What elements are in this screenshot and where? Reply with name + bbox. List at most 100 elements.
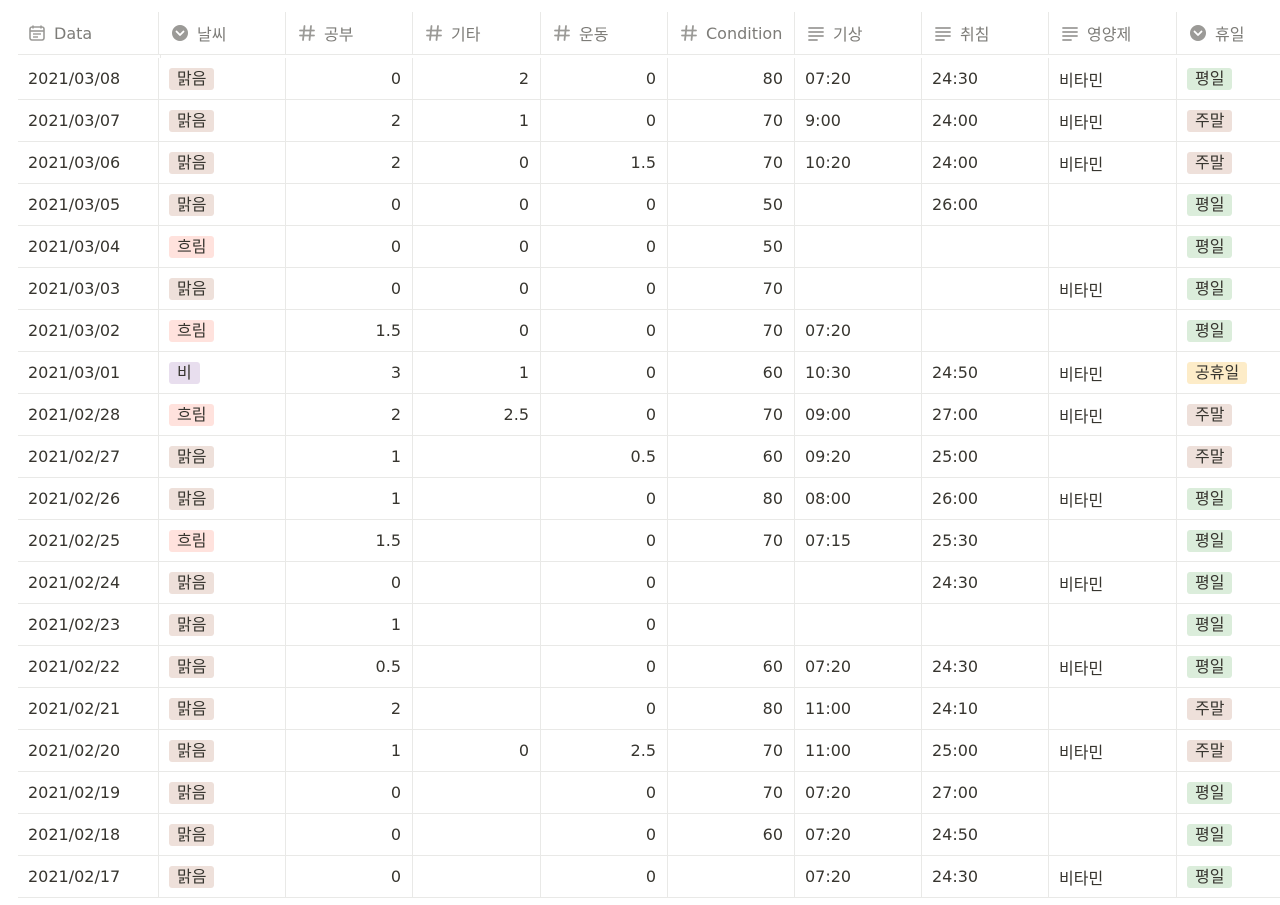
supplement-cell[interactable]: 비타민: [1048, 562, 1176, 603]
supplement-cell[interactable]: 비타민: [1048, 394, 1176, 435]
etc-cell[interactable]: 1: [412, 100, 540, 141]
date-cell[interactable]: 2021/02/22: [18, 646, 158, 687]
sleep-cell[interactable]: 24:30: [921, 562, 1048, 603]
wake-cell[interactable]: 09:00: [794, 394, 921, 435]
weather-cell[interactable]: 맑음: [158, 184, 285, 225]
table-row[interactable]: 2021/02/19 맑음 0 0 70 07:20 27:00 평일: [18, 772, 1280, 814]
etc-cell[interactable]: 1: [412, 352, 540, 393]
wake-cell[interactable]: 07:20: [794, 856, 921, 897]
holiday-cell[interactable]: 평일: [1176, 226, 1280, 267]
condition-cell[interactable]: [667, 604, 794, 645]
supplement-cell[interactable]: 비타민: [1048, 142, 1176, 183]
table-row[interactable]: 2021/03/05 맑음 0 0 0 50 26:00 평일: [18, 184, 1280, 226]
date-cell[interactable]: 2021/02/21: [18, 688, 158, 729]
condition-cell[interactable]: 60: [667, 646, 794, 687]
condition-cell[interactable]: 70: [667, 520, 794, 561]
holiday-cell[interactable]: 주말: [1176, 142, 1280, 183]
sleep-cell[interactable]: [921, 604, 1048, 645]
sleep-cell[interactable]: 25:00: [921, 436, 1048, 477]
exercise-cell[interactable]: 0: [540, 184, 667, 225]
sleep-cell[interactable]: 25:00: [921, 730, 1048, 771]
etc-cell[interactable]: [412, 562, 540, 603]
table-row[interactable]: 2021/03/03 맑음 0 0 0 70 비타민 평일: [18, 268, 1280, 310]
weather-cell[interactable]: 맑음: [158, 772, 285, 813]
weather-cell[interactable]: 흐림: [158, 226, 285, 267]
etc-cell[interactable]: 0: [412, 226, 540, 267]
wake-cell[interactable]: 9:00: [794, 100, 921, 141]
wake-cell[interactable]: 07:20: [794, 772, 921, 813]
table-row[interactable]: 2021/02/18 맑음 0 0 60 07:20 24:50 평일: [18, 814, 1280, 856]
column-header-wake[interactable]: 기상: [794, 12, 921, 54]
etc-cell[interactable]: [412, 688, 540, 729]
exercise-cell[interactable]: 0: [540, 478, 667, 519]
holiday-cell[interactable]: 평일: [1176, 814, 1280, 855]
exercise-cell[interactable]: 0: [540, 604, 667, 645]
wake-cell[interactable]: [794, 184, 921, 225]
exercise-cell[interactable]: 0: [540, 226, 667, 267]
etc-cell[interactable]: [412, 478, 540, 519]
exercise-cell[interactable]: 0: [540, 352, 667, 393]
supplement-cell[interactable]: [1048, 184, 1176, 225]
exercise-cell[interactable]: 0: [540, 814, 667, 855]
study-cell[interactable]: 2: [285, 688, 412, 729]
supplement-cell[interactable]: [1048, 310, 1176, 351]
wake-cell[interactable]: [794, 604, 921, 645]
study-cell[interactable]: 0.5: [285, 646, 412, 687]
sleep-cell[interactable]: 24:50: [921, 352, 1048, 393]
condition-cell[interactable]: 70: [667, 730, 794, 771]
supplement-cell[interactable]: 비타민: [1048, 100, 1176, 141]
holiday-cell[interactable]: 평일: [1176, 310, 1280, 351]
holiday-cell[interactable]: 주말: [1176, 100, 1280, 141]
etc-cell[interactable]: 2.5: [412, 394, 540, 435]
date-cell[interactable]: 2021/03/05: [18, 184, 158, 225]
exercise-cell[interactable]: 0: [540, 268, 667, 309]
exercise-cell[interactable]: 0: [540, 772, 667, 813]
weather-cell[interactable]: 맑음: [158, 646, 285, 687]
weather-cell[interactable]: 맑음: [158, 730, 285, 771]
column-header-study[interactable]: 공부: [285, 12, 412, 54]
supplement-cell[interactable]: [1048, 436, 1176, 477]
study-cell[interactable]: 1: [285, 478, 412, 519]
exercise-cell[interactable]: 2.5: [540, 730, 667, 771]
date-cell[interactable]: 2021/02/24: [18, 562, 158, 603]
condition-cell[interactable]: 60: [667, 814, 794, 855]
table-row[interactable]: 2021/03/04 흐림 0 0 0 50 평일: [18, 226, 1280, 268]
sleep-cell[interactable]: 24:30: [921, 646, 1048, 687]
supplement-cell[interactable]: [1048, 814, 1176, 855]
date-cell[interactable]: 2021/02/26: [18, 478, 158, 519]
exercise-cell[interactable]: 0: [540, 100, 667, 141]
exercise-cell[interactable]: 0.5: [540, 436, 667, 477]
etc-cell[interactable]: [412, 772, 540, 813]
holiday-cell[interactable]: 평일: [1176, 268, 1280, 309]
table-row[interactable]: 2021/03/08 맑음 0 2 0 80 07:20 24:30 비타민 평일: [18, 58, 1280, 100]
wake-cell[interactable]: 08:00: [794, 478, 921, 519]
condition-cell[interactable]: 80: [667, 688, 794, 729]
supplement-cell[interactable]: [1048, 604, 1176, 645]
weather-cell[interactable]: 맑음: [158, 478, 285, 519]
etc-cell[interactable]: 0: [412, 184, 540, 225]
sleep-cell[interactable]: 24:10: [921, 688, 1048, 729]
date-cell[interactable]: 2021/03/04: [18, 226, 158, 267]
column-header-holiday[interactable]: 휴일: [1176, 12, 1280, 54]
study-cell[interactable]: 0: [285, 562, 412, 603]
etc-cell[interactable]: 0: [412, 310, 540, 351]
holiday-cell[interactable]: 주말: [1176, 394, 1280, 435]
exercise-cell[interactable]: 0: [540, 562, 667, 603]
wake-cell[interactable]: [794, 268, 921, 309]
etc-cell[interactable]: 2: [412, 58, 540, 99]
wake-cell[interactable]: [794, 226, 921, 267]
date-cell[interactable]: 2021/03/08: [18, 58, 158, 99]
weather-cell[interactable]: 맑음: [158, 268, 285, 309]
sleep-cell[interactable]: 24:50: [921, 814, 1048, 855]
sleep-cell[interactable]: [921, 268, 1048, 309]
condition-cell[interactable]: 70: [667, 268, 794, 309]
date-cell[interactable]: 2021/02/20: [18, 730, 158, 771]
date-cell[interactable]: 2021/03/06: [18, 142, 158, 183]
holiday-cell[interactable]: 평일: [1176, 646, 1280, 687]
supplement-cell[interactable]: 비타민: [1048, 352, 1176, 393]
condition-cell[interactable]: 80: [667, 58, 794, 99]
date-cell[interactable]: 2021/02/28: [18, 394, 158, 435]
column-header-etc[interactable]: 기타: [412, 12, 540, 54]
holiday-cell[interactable]: 주말: [1176, 436, 1280, 477]
condition-cell[interactable]: 70: [667, 100, 794, 141]
